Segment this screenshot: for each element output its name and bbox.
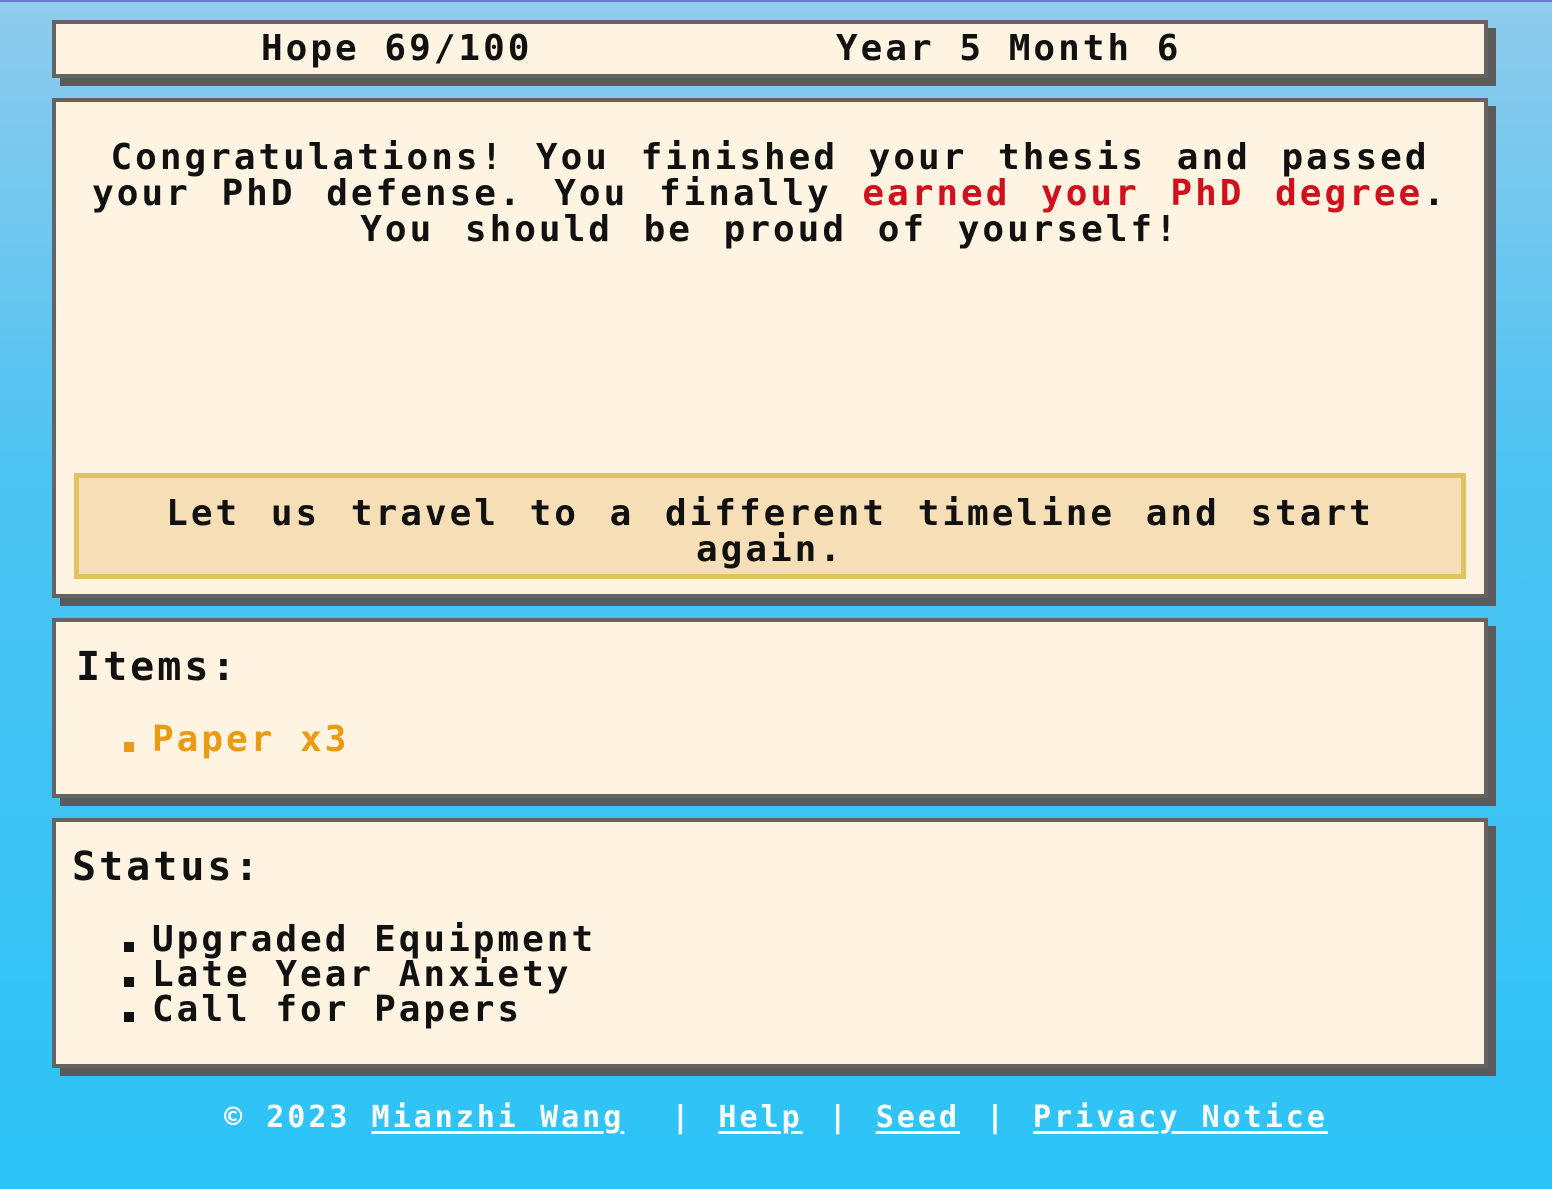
status-list: Upgraded Equipment Late Year Anxiety Cal… — [124, 919, 597, 1030]
hope-label: Hope — [261, 28, 360, 69]
list-item: Late Year Anxiety — [124, 954, 596, 995]
items-panel: Items: Paper x3 — [52, 618, 1488, 798]
top-status-bar: Hope 69/100 Year 5 Month 6 — [52, 20, 1488, 78]
status-title: Status: — [72, 844, 262, 890]
bullet-icon — [124, 941, 134, 952]
story-panel: Congratulations! You finished your thesi… — [52, 98, 1488, 598]
bullet-icon — [124, 741, 134, 752]
author-link[interactable]: Mianzhi Wang — [372, 1100, 625, 1135]
story-highlight: earned your PhD degree — [862, 173, 1424, 214]
items-title: Items: — [76, 644, 239, 690]
status-label: Upgraded Equipment — [152, 919, 597, 960]
restart-timeline-button[interactable]: Let us travel to a different timeline an… — [74, 473, 1466, 579]
list-item: Upgraded Equipment — [124, 919, 597, 960]
footer-separator: | — [985, 1100, 1008, 1135]
items-list: Paper x3 — [124, 719, 350, 760]
list-item: Paper x3 — [124, 719, 350, 760]
privacy-notice-link[interactable]: Privacy Notice — [1033, 1100, 1328, 1135]
story-text: Congratulations! You finished your thesi… — [78, 140, 1462, 248]
status-label: Late Year Anxiety — [152, 954, 572, 995]
help-link[interactable]: Help — [718, 1100, 802, 1135]
list-item: Call for Papers — [124, 989, 596, 1030]
hope-value: 69/100 — [384, 28, 533, 69]
status-label: Call for Papers — [152, 989, 523, 1030]
date-readout: Year 5 Month 6 — [836, 28, 1182, 69]
seed-link[interactable]: Seed — [876, 1100, 960, 1135]
footer: © 2023 Mianzhi Wang | Help | Seed | Privacy N… — [0, 1100, 1552, 1135]
item-label: Paper x3 — [152, 719, 350, 760]
hope-readout: Hope 69/100 — [261, 28, 532, 69]
status-panel: Status: Upgraded Equipment Late Year Anx… — [52, 818, 1488, 1068]
bullet-icon — [124, 1011, 134, 1022]
footer-separator: | — [671, 1100, 693, 1135]
bullet-icon — [124, 976, 134, 987]
copyright-text: © 2023 — [224, 1100, 351, 1135]
footer-separator: | — [828, 1100, 850, 1135]
